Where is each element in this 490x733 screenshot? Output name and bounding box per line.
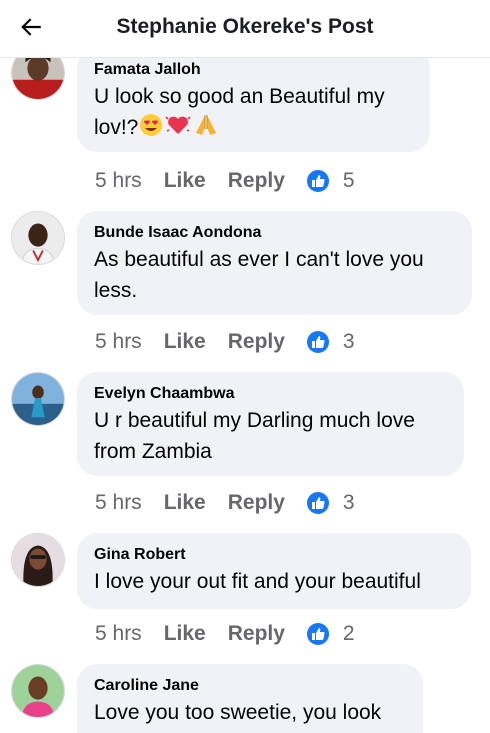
comment-bubble: Bunde Isaac Aondona As beautiful as ever… — [77, 211, 472, 315]
heart-eyes-emoji — [140, 114, 163, 136]
reply-button[interactable]: Reply — [228, 169, 285, 193]
comment-author[interactable]: Caroline Jane — [94, 675, 407, 697]
reply-button[interactable]: Reply — [228, 491, 285, 515]
folded-hands-emoji — [196, 115, 217, 135]
post-header: Stephanie Okereke's Post — [0, 0, 490, 58]
reaction-count[interactable]: 5 — [306, 169, 355, 193]
comment-text: I love your out fit and your beautiful — [94, 570, 421, 593]
like-button[interactable]: Like — [164, 169, 206, 193]
reply-button[interactable]: Reply — [228, 622, 285, 646]
comment-bubble: Evelyn Chaambwa U r beautiful my Darling… — [77, 372, 464, 476]
comment-author[interactable]: Evelyn Chaambwa — [94, 383, 448, 405]
like-reaction-icon — [306, 331, 329, 353]
comment-text: Love you too sweetie, you look — [94, 701, 382, 724]
comment-bubble: Gina Robert I love your out fit and your… — [77, 533, 471, 609]
like-reaction-icon — [306, 170, 329, 192]
reply-button[interactable]: Reply — [228, 330, 285, 354]
comment-list: Famata Jalloh U look so good an Beautifu… — [0, 58, 490, 733]
reaction-count[interactable]: 3 — [306, 330, 355, 354]
avatar[interactable] — [11, 372, 65, 426]
comment-text: U look so good an Beautiful my lov!? — [94, 85, 385, 139]
comment-text: As beautiful as ever I can't love you le… — [94, 248, 424, 302]
comment-time: 5 hrs — [95, 622, 142, 645]
reaction-count[interactable]: 2 — [306, 622, 355, 646]
avatar[interactable] — [11, 58, 65, 100]
comment-author[interactable]: Famata Jalloh — [94, 59, 414, 81]
comment-bubble: Famata Jalloh U look so good an Beautifu… — [77, 58, 430, 152]
sparkling-heart-emoji — [165, 116, 191, 134]
avatar[interactable] — [11, 533, 65, 587]
comment-time: 5 hrs — [95, 491, 142, 514]
comment-actions: 5 hrs Like Reply 3 — [95, 328, 355, 356]
like-button[interactable]: Like — [164, 622, 206, 646]
comment-actions: 5 hrs Like Reply 2 — [95, 620, 355, 648]
like-button[interactable]: Like — [164, 491, 206, 515]
comment-bubble: Caroline Jane Love you too sweetie, you … — [77, 664, 423, 733]
avatar[interactable] — [11, 211, 65, 265]
reaction-count[interactable]: 3 — [306, 491, 355, 515]
comment-text: U r beautiful my Darling much love from … — [94, 409, 415, 463]
like-reaction-icon — [306, 623, 329, 645]
comment-author[interactable]: Bunde Isaac Aondona — [94, 222, 456, 244]
comment-actions: 5 hrs Like Reply 3 — [95, 489, 355, 517]
like-reaction-icon — [306, 492, 329, 514]
avatar[interactable] — [11, 664, 65, 718]
comment-time: 5 hrs — [95, 330, 142, 353]
comment-author[interactable]: Gina Robert — [94, 544, 455, 566]
comment-time: 5 hrs — [95, 169, 142, 192]
comment-actions: 5 hrs Like Reply 5 — [95, 167, 355, 195]
like-button[interactable]: Like — [164, 330, 206, 354]
page-title: Stephanie Okereke's Post — [116, 15, 374, 38]
